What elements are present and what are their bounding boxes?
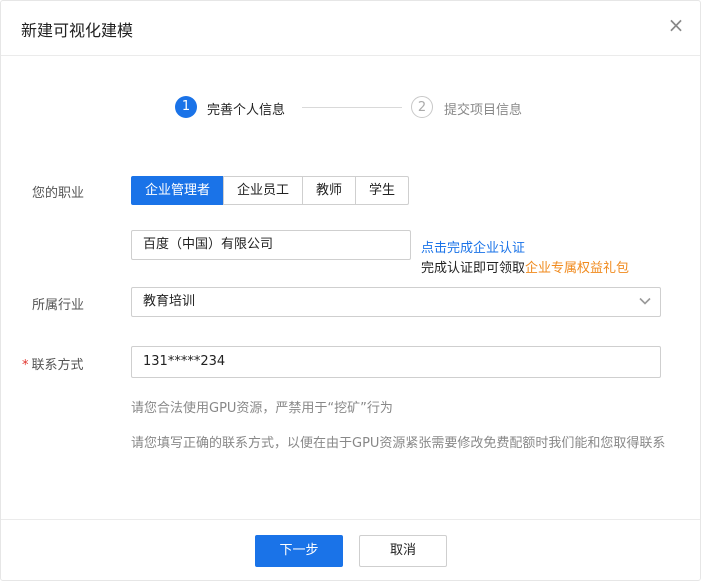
occupation-option-teacher[interactable]: 教师 — [302, 176, 357, 205]
occupation-option-enterprise-manager[interactable]: 企业管理者 — [131, 176, 225, 205]
contact-label-text: 联系方式 — [31, 358, 84, 373]
occupation-option-student[interactable]: 学生 — [355, 176, 410, 205]
contact-label: * 联系方式 — [22, 354, 84, 373]
verify-promo-text: 完成认证即可领取企业专属权益礼包 — [421, 257, 629, 276]
industry-select-value: 教育培训 — [143, 294, 196, 309]
promo-highlight-link[interactable]: 企业专属权益礼包 — [525, 261, 629, 276]
contact-phone-input[interactable]: 131*****234 — [131, 346, 661, 378]
close-icon[interactable]: × — [666, 15, 686, 35]
step-2-label: 提交项目信息 — [444, 103, 523, 118]
promo-prefix: 完成认证即可领取 — [421, 261, 526, 276]
occupation-label: 您的职业 — [32, 186, 85, 201]
create-visual-modeling-dialog: 新建可视化建模 × 1 完善个人信息 2 提交项目信息 您的职业 企业管理者 企… — [0, 0, 701, 581]
gpu-usage-hint: 请您合法使用GPU资源，严禁用于“挖矿”行为 — [131, 401, 393, 416]
enterprise-verify-link[interactable]: 点击完成企业认证 — [421, 237, 525, 256]
company-name-input[interactable]: 百度（中国）有限公司 — [131, 230, 411, 260]
step-1-number: 1 — [175, 96, 197, 118]
step-1-label: 完善个人信息 — [207, 103, 286, 118]
dialog-footer: 下一步 取消 — [1, 519, 700, 580]
next-step-button[interactable]: 下一步 — [255, 535, 343, 567]
step-connector-line — [302, 107, 402, 108]
chevron-down-icon — [639, 297, 651, 305]
industry-label: 所属行业 — [32, 298, 85, 313]
occupation-option-employee[interactable]: 企业员工 — [223, 176, 304, 205]
cancel-button[interactable]: 取消 — [359, 535, 447, 567]
dialog-title: 新建可视化建模 — [21, 21, 134, 40]
industry-select[interactable]: 教育培训 — [131, 287, 661, 317]
contact-hint: 请您填写正确的联系方式，以便在由于GPU资源紧张需要修改免费配额时我们能和您取得… — [131, 436, 666, 451]
step-2-number: 2 — [411, 96, 433, 118]
occupation-segmented-control: 企业管理者 企业员工 教师 学生 — [131, 176, 410, 205]
required-mark: * — [22, 358, 29, 373]
dialog-header: 新建可视化建模 × — [1, 1, 700, 56]
